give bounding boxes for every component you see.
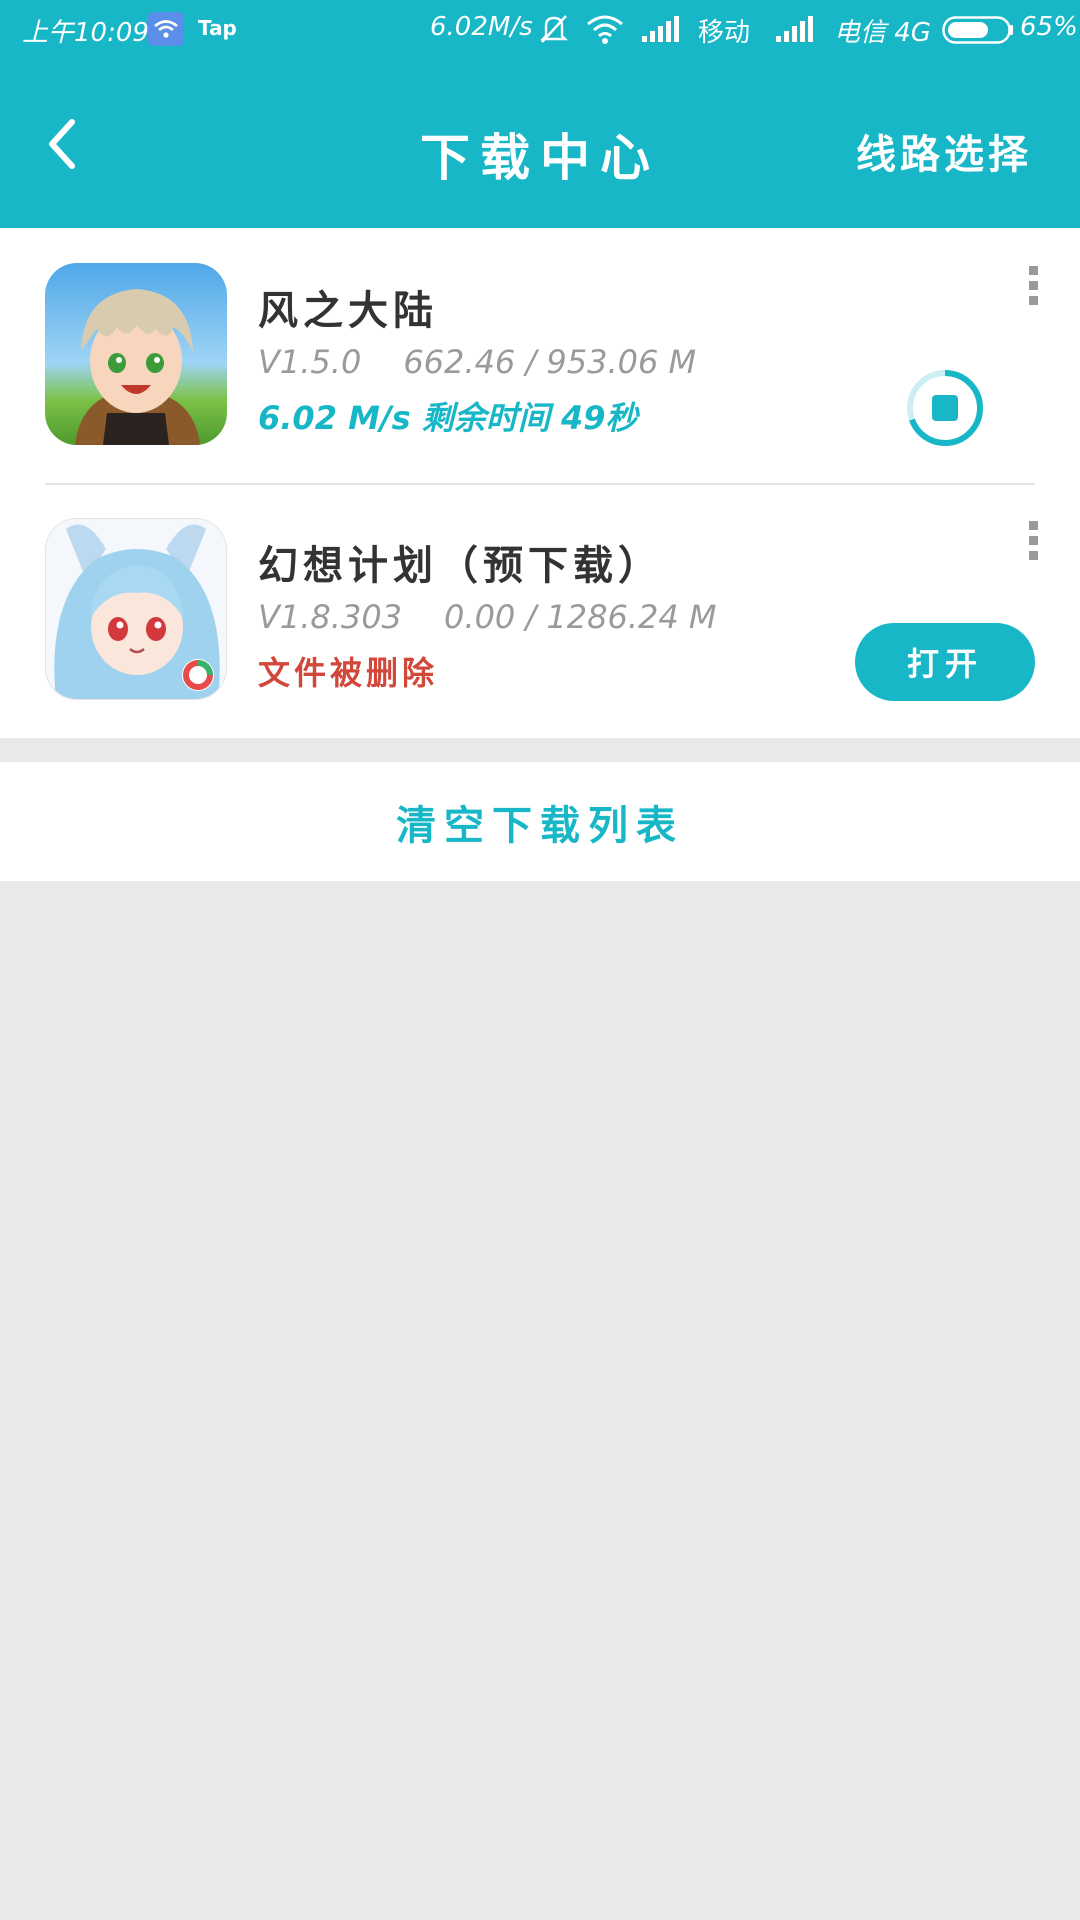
app-header: 下载中心 线路选择 — [0, 62, 1080, 228]
download-status: 文件被删除 — [258, 654, 439, 692]
download-size: 662.46 / 953.06 M — [403, 343, 697, 381]
wifi-hotspot-icon — [148, 12, 184, 53]
status-bar: 上午10:09 Tap 6.02M/s 移动 电信 4G 65% — [0, 0, 1080, 62]
download-item[interactable]: 幻想计划（预下载） V1.8.303 0.00 / 1286.24 M 文件被删除… — [0, 483, 1080, 738]
game-icon-fengzhidalu[interactable] — [45, 263, 227, 445]
wifi-icon — [585, 12, 625, 53]
battery-icon — [942, 16, 1014, 51]
game-version: V1.5.0 — [258, 343, 362, 381]
download-list: 风之大陆 V1.5.0 662.46 / 953.06 M 6.02 M/s 剩余… — [0, 228, 1080, 738]
download-item[interactable]: 风之大陆 V1.5.0 662.46 / 953.06 M 6.02 M/s 剩余… — [0, 228, 1080, 485]
download-status: 6.02 M/s 剩余时间 49秒 — [258, 399, 638, 437]
game-name: 幻想计划（预下载） — [258, 543, 663, 589]
more-options-icon[interactable] — [1024, 266, 1042, 314]
game-icon-huanxiangjihua[interactable] — [45, 518, 227, 700]
game-meta: V1.8.303 0.00 / 1286.24 M — [258, 598, 717, 636]
status-time: 上午10:09 — [22, 18, 149, 48]
stop-icon — [932, 395, 958, 421]
tap-badge: Tap — [198, 16, 237, 40]
clear-download-list-button[interactable]: 清空下载列表 — [0, 762, 1080, 881]
mute-bell-icon — [538, 12, 570, 53]
stop-download-button[interactable] — [905, 368, 985, 448]
game-meta: V1.5.0 662.46 / 953.06 M — [258, 343, 696, 381]
network-speed: 6.02M/s — [430, 12, 533, 42]
game-version: V1.8.303 — [258, 598, 403, 636]
carrier-1: 移动 — [698, 18, 751, 48]
signal-icon-2 — [774, 14, 814, 51]
signal-icon-1 — [640, 14, 680, 51]
more-options-icon[interactable] — [1024, 521, 1042, 569]
open-button[interactable]: 打开 — [855, 623, 1035, 701]
game-name: 风之大陆 — [258, 288, 438, 334]
battery-percent: 65% — [1020, 12, 1078, 42]
route-select-button[interactable]: 线路选择 — [856, 122, 1032, 180]
download-size: 0.00 / 1286.24 M — [444, 598, 717, 636]
carrier-2: 电信 4G — [834, 18, 931, 48]
